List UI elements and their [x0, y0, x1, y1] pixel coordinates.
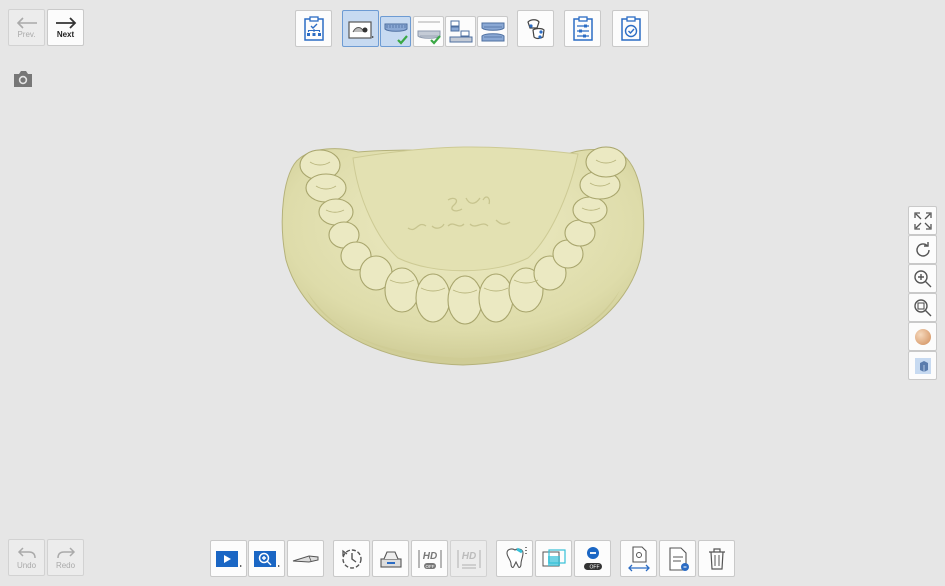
texture-sphere-icon	[914, 328, 931, 345]
view-mode-button[interactable]	[908, 351, 937, 380]
dental-arch-model	[281, 146, 645, 366]
complete-button[interactable]	[612, 10, 649, 47]
view-mode-icon	[914, 357, 931, 374]
zoom-in-icon	[913, 269, 931, 287]
fit-screen-button[interactable]	[908, 206, 937, 235]
scan-stage-button[interactable]	[342, 10, 379, 47]
zoom-in-button[interactable]	[908, 264, 937, 293]
prev-button[interactable]: Prev.	[8, 9, 45, 46]
viewport-button[interactable]	[535, 540, 572, 577]
toggle-off-label: OFF	[589, 564, 599, 570]
fit-screen-icon	[913, 211, 932, 230]
zoom-scan-icon	[253, 550, 280, 567]
rotate-icon	[915, 241, 930, 257]
articulation-button[interactable]	[445, 16, 476, 47]
undo-label: Undo	[16, 560, 37, 570]
history-icon	[341, 548, 362, 569]
tooth-button[interactable]	[496, 540, 533, 577]
zoom-fit-icon	[913, 298, 931, 316]
articulation-icon	[449, 20, 472, 42]
file-note-button[interactable]	[659, 540, 696, 577]
lower-jaw-button[interactable]	[380, 16, 411, 47]
scanner-button[interactable]	[372, 540, 409, 577]
prev-label: Prev.	[17, 29, 36, 39]
scan-tip-button[interactable]	[287, 540, 324, 577]
hd-dim-label: HD	[461, 551, 475, 562]
dental-model-viewport[interactable]	[278, 140, 648, 370]
undo-icon	[17, 546, 36, 558]
rotate-button[interactable]	[908, 235, 937, 264]
hd-off-icon: HD OFF	[417, 549, 442, 569]
next-label: Next	[56, 29, 75, 39]
hd-off-label: OFF	[425, 564, 434, 569]
align-button[interactable]	[517, 10, 554, 47]
upper-jaw-button[interactable]	[413, 16, 444, 47]
hd-dim-icon: HD	[456, 549, 481, 569]
arrow-right-icon	[55, 16, 76, 29]
export-icon	[627, 545, 650, 571]
trash-icon	[708, 547, 725, 570]
toggle-off-button[interactable]: OFF	[574, 540, 611, 577]
redo-label: Redo	[55, 560, 76, 570]
hd-off-button[interactable]: HD OFF	[411, 540, 448, 577]
export-button[interactable]	[620, 540, 657, 577]
screenshot-button[interactable]	[12, 70, 34, 88]
settings-icon	[572, 15, 593, 41]
align-icon	[526, 18, 545, 39]
redo-icon	[56, 546, 75, 558]
play-scan-button[interactable]	[210, 540, 247, 577]
zoom-fit-button[interactable]	[908, 293, 937, 322]
tooth-icon	[505, 546, 527, 568]
scan-stage-icon	[347, 20, 374, 39]
history-button[interactable]	[333, 540, 370, 577]
texture-button[interactable]	[908, 322, 937, 351]
camera-icon	[14, 71, 32, 87]
viewport-icon	[542, 548, 566, 566]
hd-label: HD	[422, 551, 436, 562]
scanner-icon	[379, 550, 402, 568]
workflow-icon	[303, 15, 324, 41]
occlusion-icon	[481, 22, 504, 41]
arrow-left-icon	[16, 16, 37, 29]
toggle-off-icon: OFF	[583, 546, 602, 570]
settings-button[interactable]	[564, 10, 601, 47]
occlusion-button[interactable]	[477, 16, 508, 47]
lower-jaw-icon	[384, 23, 408, 45]
scan-tip-icon	[292, 554, 318, 563]
zoom-scan-button[interactable]	[248, 540, 285, 577]
play-scan-icon	[215, 550, 242, 567]
next-button[interactable]: Next	[47, 9, 84, 46]
hd-dim-button[interactable]: HD	[450, 540, 487, 577]
complete-icon	[620, 15, 641, 41]
workflow-button[interactable]	[295, 10, 332, 47]
upper-jaw-icon	[417, 21, 441, 45]
file-note-icon	[668, 546, 689, 571]
delete-button[interactable]	[698, 540, 735, 577]
redo-button[interactable]: Redo	[47, 539, 84, 576]
undo-button[interactable]: Undo	[8, 539, 45, 576]
